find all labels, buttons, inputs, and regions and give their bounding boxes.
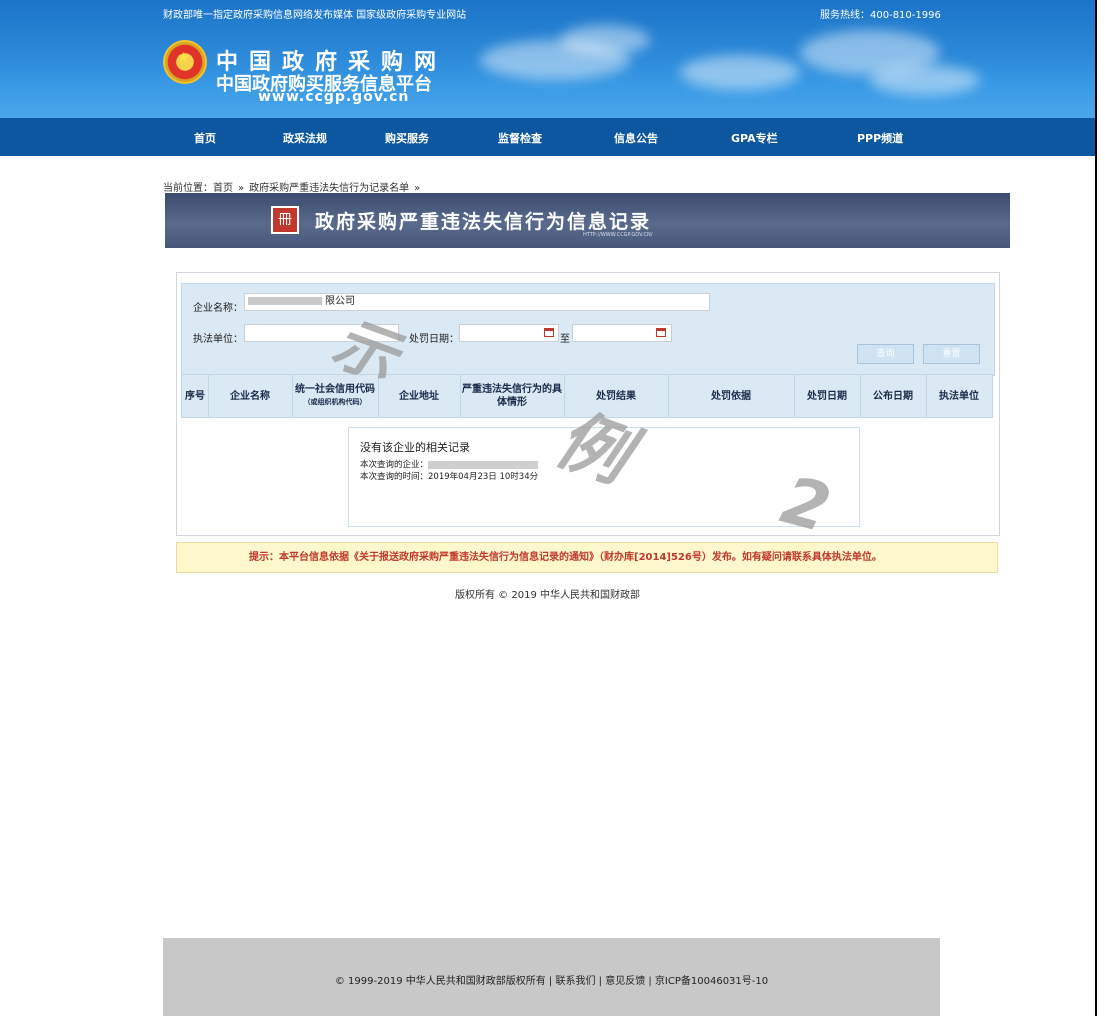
col-company-name: 企业名称 xyxy=(208,375,293,417)
query-button[interactable]: 查询 xyxy=(857,344,914,364)
top-tagline: 财政部唯一指定政府采购信息网络发布媒体 国家级政府采购专业网站 xyxy=(163,10,467,21)
copyright-line: 版权所有 © 2019 中华人民共和国财政部 xyxy=(455,590,640,601)
nav-item-gpa[interactable]: GPA专栏 xyxy=(731,130,778,146)
banner-url: HTTP://WWW.CCGP.GOV.CN/ xyxy=(583,232,653,238)
redacted-text xyxy=(428,460,539,469)
record-book-icon: 冊 xyxy=(271,206,299,234)
service-hotline: 服务热线：400-810-1996 xyxy=(820,10,941,21)
star-icon: ★ xyxy=(177,50,190,66)
queried-time-label: 本次查询的时间： xyxy=(360,472,429,482)
nav-item-announcements[interactable]: 信息公告 xyxy=(614,130,658,146)
col-address: 企业地址 xyxy=(378,375,461,417)
nav-item-ppp[interactable]: PPP频道 xyxy=(857,130,903,146)
site-url: www.ccgp.gov.cn xyxy=(258,89,410,105)
notice-bar: 提示：本平台信息依据《关于报送政府采购严重违法失信行为信息记录的通知》（财办库[… xyxy=(176,542,998,573)
col-agency: 执法单位 xyxy=(939,390,979,402)
page-edge-line xyxy=(1095,0,1097,1016)
search-form: 企业名称： 限公司 执法单位： 处罚日期： 至 查询 重置 xyxy=(181,283,995,376)
empty-message: 没有该企业的相关记录 xyxy=(360,441,470,454)
page-banner: 冊 政府采购严重违法失信行为信息记录 HTTP://WWW.CCGP.GOV.C… xyxy=(165,193,1010,248)
redacted-text xyxy=(248,297,322,305)
site-header: 财政部唯一指定政府采购信息网络发布媒体 国家级政府采购专业网站 服务热线：400… xyxy=(0,0,1095,118)
col-credit-code-note: （或组织机构代码） xyxy=(303,398,367,406)
nav-item-home[interactable]: 首页 xyxy=(194,130,216,146)
col-penalty-date: 处罚日期 xyxy=(794,375,861,417)
penalty-date-label: 处罚日期： xyxy=(409,334,459,345)
date-to-label: 至 xyxy=(560,334,570,345)
footer-text[interactable]: © 1999-2019 中华人民共和国财政部版权所有 | 联系我们 | 意见反馈… xyxy=(163,972,940,987)
nav-item-supervision[interactable]: 监督检查 xyxy=(498,130,542,146)
queried-company: 本次查询的企业： xyxy=(360,458,539,470)
nav-item-purchase-services[interactable]: 购买服务 xyxy=(385,130,429,146)
col-penalty-basis: 处罚依据 xyxy=(668,375,795,417)
top-info-bar: 财政部唯一指定政府采购信息网络发布媒体 国家级政府采购专业网站 服务热线：400… xyxy=(0,6,1095,24)
main-nav: 首页 政采法规 购买服务 监督检查 信息公告 GPA专栏 PPP频道 xyxy=(0,118,1095,156)
queried-company-label: 本次查询的企业： xyxy=(360,460,429,470)
queried-time: 本次查询的时间：2019年04月23日 10时34分 xyxy=(360,470,538,482)
company-name-label: 企业名称： xyxy=(193,303,243,314)
breadcrumb: 当前位置：首页» 政府采购严重违法失信行为记录名单» xyxy=(163,179,425,194)
page-title: 政府采购严重违法失信行为信息记录 xyxy=(315,211,652,233)
agency-label: 执法单位： xyxy=(193,334,243,345)
national-emblem-logo[interactable]: ★ xyxy=(163,40,207,84)
company-name-input[interactable]: 限公司 xyxy=(244,293,710,311)
col-violation-details: 严重违法失信行为的具体情形 xyxy=(460,375,565,417)
nav-item-regulations[interactable]: 政采法规 xyxy=(283,130,327,146)
queried-time-value: 2019年04月23日 10时34分 xyxy=(428,472,539,482)
calendar-icon[interactable] xyxy=(544,328,554,337)
col-index: 序号 xyxy=(182,375,209,417)
reset-button[interactable]: 重置 xyxy=(923,344,980,364)
site-footer: © 1999-2019 中华人民共和国财政部版权所有 | 联系我们 | 意见反馈… xyxy=(163,938,940,1016)
col-publish-date: 公布日期 xyxy=(860,375,927,417)
calendar-icon[interactable] xyxy=(656,328,666,337)
